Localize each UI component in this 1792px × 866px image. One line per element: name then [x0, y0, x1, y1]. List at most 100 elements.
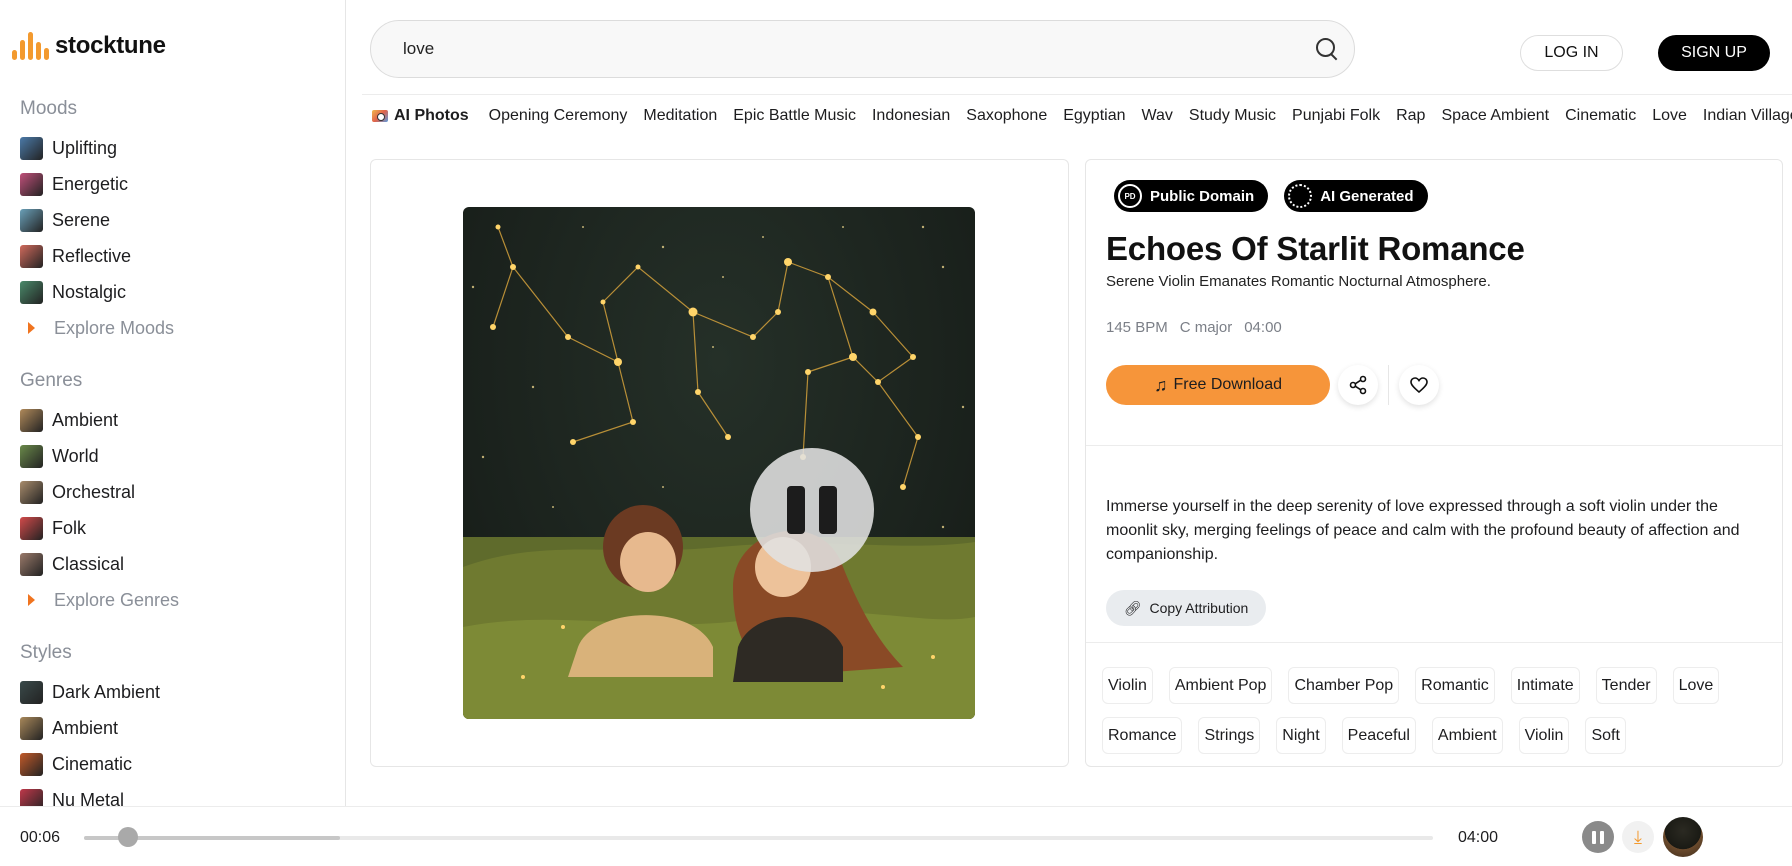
- explore-genres-link[interactable]: Explore Genres: [20, 582, 179, 618]
- thumbnail-image: [20, 280, 43, 304]
- sidebar-item-dark-ambient[interactable]: Dark Ambient: [20, 674, 160, 710]
- app-root: stocktune Moods Uplifting Energetic Serene…: [0, 0, 1792, 866]
- logo-icon: [12, 32, 49, 60]
- tag-link[interactable]: Opening Ceremony: [489, 107, 628, 125]
- styles-section: Styles Dark Ambient Ambient Cinematic Nu Me…: [20, 642, 160, 818]
- sidebar-item-label: World: [52, 445, 99, 466]
- camera-icon: [372, 109, 388, 122]
- tag-chip[interactable]: Tender: [1595, 667, 1657, 704]
- sidebar-item-label: Nostalgic: [52, 281, 127, 302]
- logo[interactable]: stocktune: [12, 32, 166, 60]
- sidebar-item-label: Classical: [52, 553, 125, 574]
- sidebar: stocktune Moods Uplifting Energetic Serene…: [0, 0, 346, 866]
- tag-chip[interactable]: Soft: [1585, 717, 1626, 754]
- audio-player: 00:06 04:00 ⤓: [0, 806, 1792, 866]
- tag-link[interactable]: Wav: [1142, 107, 1173, 125]
- tag-chip[interactable]: Ambient: [1431, 717, 1503, 754]
- thumbnail-image: [20, 136, 43, 160]
- thumbnail-image: [20, 552, 43, 576]
- tag-link[interactable]: Meditation: [643, 107, 717, 125]
- free-download-button[interactable]: ♫ Free Download: [1106, 365, 1330, 405]
- tag-chip[interactable]: Love: [1672, 667, 1720, 704]
- sidebar-item-classical[interactable]: Classical: [20, 546, 179, 582]
- share-icon: [1349, 375, 1367, 395]
- sidebar-item-label: Serene: [52, 209, 111, 230]
- tag-chip[interactable]: Ambient Pop: [1168, 667, 1273, 704]
- tag-chip[interactable]: Chamber Pop: [1288, 667, 1400, 704]
- thumbnail-image: [20, 244, 43, 268]
- sidebar-item-reflective[interactable]: Reflective: [20, 238, 174, 274]
- thumbnail-image: [20, 172, 43, 196]
- thumbnail-image: [20, 480, 43, 504]
- thumbnail-image: [20, 680, 43, 704]
- tag-link[interactable]: Indian Village: [1703, 107, 1792, 125]
- favorite-button[interactable]: [1399, 365, 1439, 405]
- tag-chip[interactable]: Romance: [1102, 717, 1183, 754]
- tag-chip[interactable]: Violin: [1102, 667, 1153, 704]
- track-actions: ♫ Free Download: [1106, 365, 1439, 405]
- free-download-label: Free Download: [1173, 376, 1283, 393]
- sidebar-item-ambient[interactable]: Ambient: [20, 710, 160, 746]
- current-time: 00:06: [20, 829, 61, 846]
- progress-knob[interactable]: [118, 827, 138, 847]
- tag-link[interactable]: Rap: [1396, 107, 1425, 125]
- copy-attribution-label: Copy Attribution: [1149, 600, 1249, 616]
- copy-attribution-button[interactable]: 🔗︎ Copy Attribution: [1106, 590, 1266, 626]
- divider: [1086, 445, 1782, 446]
- tag-link[interactable]: Cinematic: [1565, 107, 1636, 125]
- sidebar-item-ambient[interactable]: Ambient: [20, 402, 179, 438]
- tag-link[interactable]: Space Ambient: [1441, 107, 1549, 125]
- tag-link[interactable]: Egyptian: [1063, 107, 1125, 125]
- tag-link[interactable]: Punjabi Folk: [1292, 107, 1380, 125]
- search-bar: [370, 20, 1355, 78]
- now-playing-thumbnail[interactable]: [1663, 817, 1703, 857]
- sidebar-item-folk[interactable]: Folk: [20, 510, 179, 546]
- ai-photos-link[interactable]: AI Photos: [372, 107, 469, 125]
- tag-chip[interactable]: Night: [1276, 717, 1326, 754]
- sidebar-item-label: Ambient: [52, 409, 119, 430]
- tag-chip[interactable]: Peaceful: [1341, 717, 1416, 754]
- share-button[interactable]: [1338, 365, 1378, 405]
- tag-link[interactable]: Indonesian: [872, 107, 950, 125]
- tag-bar: AI Photos Opening Ceremony Meditation Epic…: [362, 94, 1792, 136]
- track-details-card: PD Public Domain AI Generated Echoes Of …: [1085, 159, 1783, 767]
- tag-link[interactable]: Study Music: [1189, 107, 1276, 125]
- tag-link[interactable]: Saxophone: [966, 107, 1047, 125]
- sidebar-item-orchestral[interactable]: Orchestral: [20, 474, 179, 510]
- sidebar-item-world[interactable]: World: [20, 438, 179, 474]
- signup-button[interactable]: SIGN UP: [1658, 35, 1770, 71]
- genres-section: Genres Ambient World Orchestral Folk Classic…: [20, 370, 179, 618]
- tag-link[interactable]: Love: [1652, 107, 1687, 125]
- thumbnail-image: [20, 408, 43, 432]
- login-button[interactable]: LOG IN: [1520, 35, 1623, 71]
- search-icon[interactable]: [1314, 36, 1340, 62]
- sidebar-item-nostalgic[interactable]: Nostalgic: [20, 274, 174, 310]
- thumbnail-image: [20, 752, 43, 776]
- tag-link[interactable]: Epic Battle Music: [733, 107, 856, 125]
- explore-genres-label: Explore Genres: [54, 589, 180, 610]
- explore-moods-link[interactable]: Explore Moods: [20, 310, 174, 346]
- sidebar-item-uplifting[interactable]: Uplifting: [20, 130, 174, 166]
- ai-generated-label: AI Generated: [1320, 187, 1414, 205]
- ai-generated-badge: AI Generated: [1284, 180, 1428, 212]
- caret-right-icon: [28, 322, 35, 334]
- player-pause-button[interactable]: [1582, 821, 1614, 853]
- progress-track[interactable]: [84, 827, 1433, 847]
- tag-chip[interactable]: Violin: [1518, 717, 1570, 754]
- sidebar-item-serene[interactable]: Serene: [20, 202, 174, 238]
- sidebar-item-label: Cinematic: [52, 753, 133, 774]
- pause-overlay-button[interactable]: [750, 448, 874, 572]
- player-download-button[interactable]: ⤓: [1622, 821, 1654, 853]
- ai-chip-icon: [1288, 184, 1313, 208]
- thumbnail-image: [20, 716, 43, 740]
- caret-right-icon: [28, 594, 35, 606]
- key-value: C major: [1179, 319, 1233, 336]
- search-input[interactable]: [403, 39, 1314, 59]
- sidebar-item-energetic[interactable]: Energetic: [20, 166, 174, 202]
- music-download-icon: ♫: [1154, 374, 1168, 395]
- sidebar-item-cinematic[interactable]: Cinematic: [20, 746, 160, 782]
- sidebar-item-label: Energetic: [52, 173, 129, 194]
- tag-chip[interactable]: Intimate: [1510, 667, 1580, 704]
- tag-chip[interactable]: Strings: [1198, 717, 1261, 754]
- tag-chip[interactable]: Romantic: [1415, 667, 1495, 704]
